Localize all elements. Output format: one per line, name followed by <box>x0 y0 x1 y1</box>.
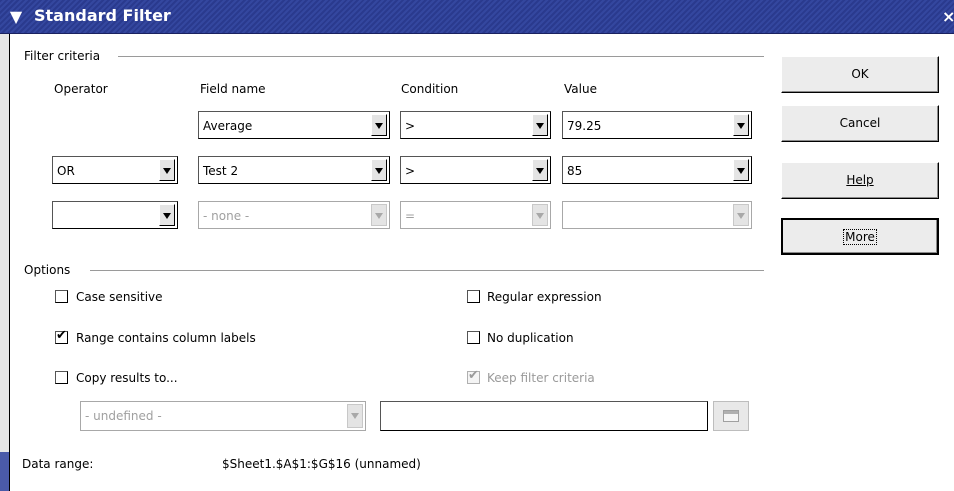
condition-select-1[interactable]: > <box>400 111 551 139</box>
value-combo-1[interactable]: 79.25 <box>562 111 752 139</box>
condition-header: Condition <box>401 82 459 96</box>
value-combo-2[interactable]: 85 <box>562 156 752 184</box>
checkmark-icon: ✔ <box>468 368 479 383</box>
dialog-title: Standard Filter <box>34 6 171 25</box>
condition-select-2[interactable]: > <box>400 156 551 184</box>
range-contains-column-labels-checkbox[interactable]: ✔ <box>55 328 68 344</box>
operator-select-2-value: OR <box>57 164 75 178</box>
close-icon[interactable]: × <box>942 6 954 28</box>
chevron-down-icon[interactable] <box>532 204 548 226</box>
field-name-select-1[interactable]: Average <box>198 111 390 139</box>
case-sensitive-checkbox[interactable] <box>55 290 68 303</box>
regular-expression-label: Regular expression <box>487 290 602 304</box>
filter-criteria-section-label: Filter criteria <box>24 49 101 63</box>
operator-select-3[interactable] <box>52 201 178 229</box>
data-range-label: Data range: <box>22 457 94 471</box>
ok-button[interactable]: OK <box>781 56 939 93</box>
regular-expression-checkbox[interactable] <box>467 290 480 303</box>
chevron-down-icon[interactable] <box>733 204 749 226</box>
condition-select-3-value: = <box>405 209 416 223</box>
range-contains-column-labels-label: Range contains column labels <box>76 331 256 345</box>
field-name-header: Field name <box>200 82 266 96</box>
condition-select-1-value: > <box>405 119 416 133</box>
data-range-value: $Sheet1.$A$1:$G$16 (unnamed) <box>222 457 421 471</box>
chevron-down-icon[interactable] <box>371 159 387 181</box>
copy-results-label: Copy results to... <box>76 371 178 385</box>
value-header: Value <box>564 82 597 96</box>
filter-criteria-divider <box>118 56 764 58</box>
value-combo-2-value: 85 <box>567 164 583 178</box>
chevron-down-icon[interactable] <box>532 114 548 136</box>
help-button[interactable]: Help <box>781 162 939 199</box>
value-combo-3[interactable] <box>562 201 752 229</box>
chevron-down-icon[interactable] <box>347 404 363 428</box>
field-name-select-2-value: Test 2 <box>203 164 239 178</box>
chevron-down-icon[interactable] <box>532 159 548 181</box>
chevron-down-icon[interactable] <box>159 159 175 181</box>
copy-target-input[interactable] <box>380 401 708 431</box>
window-left-border <box>0 0 10 491</box>
copy-target-select[interactable]: - undefined - <box>80 401 366 431</box>
more-button-label: More <box>843 229 877 245</box>
copy-results-checkbox[interactable] <box>55 371 68 384</box>
cancel-button[interactable]: Cancel <box>781 105 939 142</box>
more-button[interactable]: More <box>781 218 939 255</box>
operator-header: Operator <box>54 82 108 96</box>
window-menu-chevron-down-icon[interactable]: ▼ <box>6 7 26 27</box>
checkmark-icon: ✔ <box>56 328 67 343</box>
chevron-down-icon[interactable] <box>371 114 387 136</box>
value-combo-1-value: 79.25 <box>567 119 602 133</box>
operator-select-2[interactable]: OR <box>52 156 178 184</box>
chevron-down-icon[interactable] <box>733 159 749 181</box>
field-name-select-3-value: - none - <box>203 209 250 223</box>
help-button-label: Help <box>846 173 874 187</box>
window-left-border-accent <box>0 452 9 491</box>
shrink-dialog-icon <box>723 410 739 422</box>
field-name-select-2[interactable]: Test 2 <box>198 156 390 184</box>
chevron-down-icon[interactable] <box>733 114 749 136</box>
no-duplication-label: No duplication <box>487 331 574 345</box>
field-name-select-3[interactable]: - none - <box>198 201 390 229</box>
field-name-select-1-value: Average <box>203 119 253 133</box>
shrink-dialog-button[interactable] <box>713 401 749 431</box>
keep-filter-criteria-label: Keep filter criteria <box>487 371 595 385</box>
chevron-down-icon[interactable] <box>159 204 175 226</box>
condition-select-2-value: > <box>405 164 416 178</box>
copy-target-select-value: - undefined - <box>85 409 162 423</box>
no-duplication-checkbox[interactable] <box>467 331 480 344</box>
case-sensitive-label: Case sensitive <box>76 290 163 304</box>
title-bar[interactable]: ▼ Standard Filter × <box>0 0 954 34</box>
chevron-down-icon[interactable] <box>371 204 387 226</box>
keep-filter-criteria-checkbox[interactable]: ✔ <box>467 368 480 384</box>
options-divider <box>90 270 764 272</box>
condition-select-3[interactable]: = <box>400 201 551 229</box>
options-section-label: Options <box>24 263 71 277</box>
